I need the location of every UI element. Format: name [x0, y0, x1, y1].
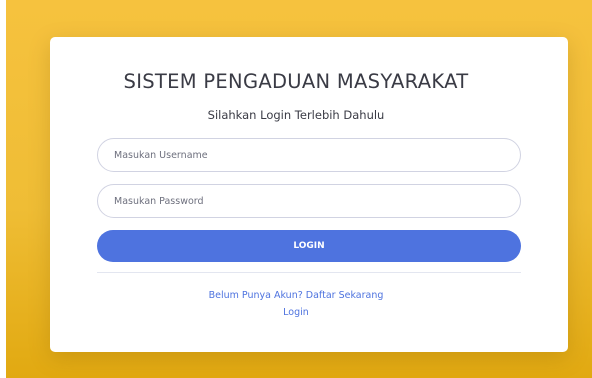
login-button[interactable]: LOGIN [97, 230, 521, 262]
left-edge [0, 0, 6, 378]
divider [97, 272, 521, 273]
page-background: SISTEM PENGADUAN MASYARAKAT Silahkan Log… [0, 0, 592, 378]
page-title: SISTEM PENGADUAN MASYARAKAT [123, 70, 469, 93]
username-input[interactable] [97, 138, 521, 172]
login-link[interactable]: Login [0, 307, 592, 318]
register-link[interactable]: Belum Punya Akun? Daftar Sekarang [0, 290, 592, 301]
password-input[interactable] [97, 184, 521, 218]
login-subtitle: Silahkan Login Terlebih Dahulu [207, 108, 385, 122]
